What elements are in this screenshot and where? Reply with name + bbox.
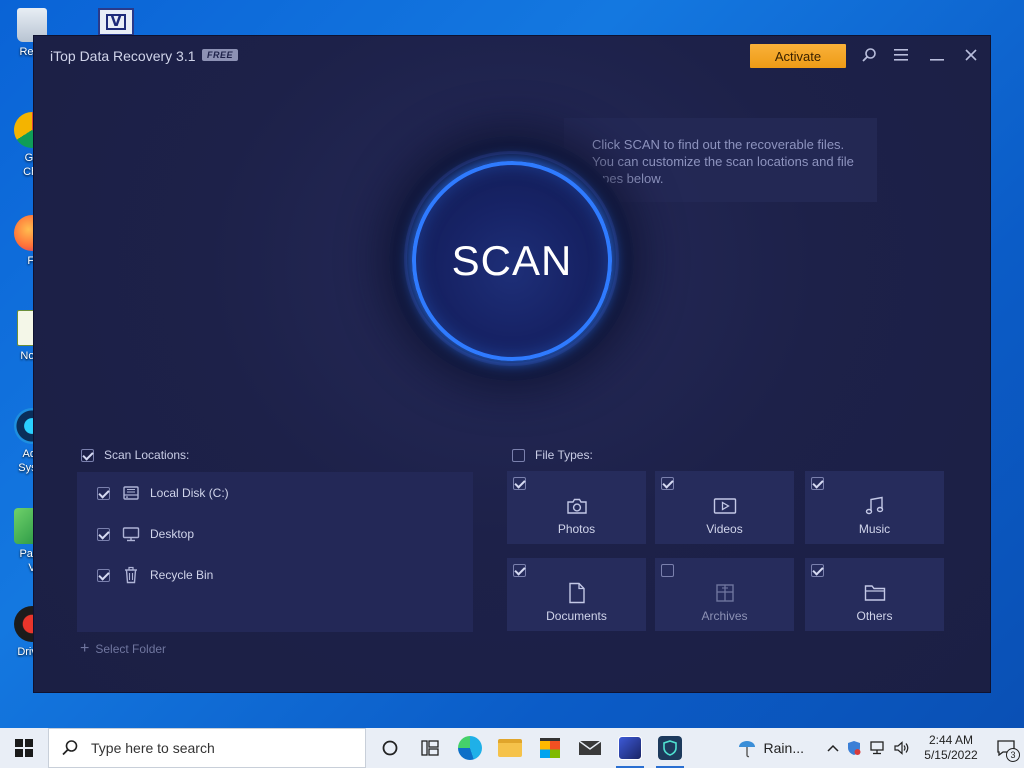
free-badge: FREE [202, 49, 239, 61]
minimize-icon[interactable] [927, 45, 947, 65]
close-icon[interactable] [961, 45, 981, 65]
music-icon [805, 495, 944, 517]
notification-count-badge: 3 [1006, 748, 1020, 762]
monitor-icon [122, 526, 140, 542]
file-type-others[interactable]: Others [805, 558, 944, 631]
weather-widget[interactable]: Rain... [736, 738, 804, 758]
location-label: Recycle Bin [150, 568, 214, 582]
folder-icon [498, 739, 522, 757]
photos-checkbox[interactable] [513, 477, 526, 490]
windows-icon [15, 739, 33, 757]
scan-locations-header: Scan Locations: [81, 448, 189, 462]
file-type-label: Archives [701, 609, 748, 623]
cortana-icon [382, 740, 398, 756]
clock-date: 5/15/2022 [924, 748, 978, 762]
location-local-disk[interactable]: Local Disk (C:) [97, 485, 229, 501]
file-type-archives[interactable]: Archives [655, 558, 794, 631]
taskbar-mail[interactable] [570, 728, 610, 768]
select-folder-button[interactable]: + Select Folder [80, 640, 167, 657]
local-disk-checkbox[interactable] [97, 486, 110, 500]
location-desktop[interactable]: Desktop [97, 526, 194, 542]
start-button[interactable] [0, 728, 48, 768]
shield-icon [658, 736, 682, 760]
app-title: iTop Data Recovery 3.1 [50, 48, 196, 64]
file-types-header: File Types: [512, 448, 593, 462]
scan-locations-heading: Scan Locations: [104, 448, 190, 462]
system-tray: Rain... 2:44 AM 5/15/2022 3 [736, 728, 1024, 768]
search-placeholder: Type here to search [91, 740, 215, 756]
location-label: Desktop [150, 527, 195, 541]
hard-drive-icon [122, 485, 140, 501]
video-icon [655, 495, 794, 517]
menu-icon[interactable] [891, 45, 911, 65]
documents-checkbox[interactable] [513, 564, 526, 577]
clock[interactable]: 2:44 AM 5/15/2022 [914, 733, 988, 763]
weather-text: Rain... [763, 740, 804, 756]
file-type-label: Music [858, 522, 891, 536]
desktop-checkbox[interactable] [97, 527, 110, 541]
file-type-label: Photos [557, 522, 596, 536]
file-type-label: Others [856, 609, 893, 623]
camera-icon [507, 495, 646, 517]
music-checkbox[interactable] [811, 477, 824, 490]
title-bar: iTop Data Recovery 3.1 FREE Activate [34, 36, 990, 76]
taskbar-search[interactable]: Type here to search [48, 728, 366, 768]
notifications-button[interactable]: 3 [988, 728, 1024, 768]
network-icon[interactable] [866, 741, 890, 755]
app-window: iTop Data Recovery 3.1 FREE Activate Cli… [33, 35, 991, 693]
task-view-icon [421, 740, 439, 756]
task-view-button[interactable] [410, 728, 450, 768]
taskbar-security-app[interactable] [650, 728, 690, 768]
file-type-documents[interactable]: Documents [507, 558, 646, 631]
location-recycle-bin[interactable]: Recycle Bin [97, 566, 214, 584]
rain-icon [738, 741, 755, 758]
folder-icon [805, 582, 944, 604]
clock-time: 2:44 AM [928, 733, 974, 747]
file-type-music[interactable]: Music [805, 471, 944, 544]
plus-icon: + [80, 640, 90, 657]
taskbar-edge[interactable] [450, 728, 490, 768]
scan-locations-panel: Local Disk (C:) Desktop Recycle Bin [77, 472, 473, 632]
volume-icon[interactable] [890, 741, 914, 755]
activate-button[interactable]: Activate [750, 44, 846, 68]
others-checkbox[interactable] [811, 564, 824, 577]
search-icon[interactable] [859, 45, 879, 65]
mail-icon [578, 740, 602, 755]
taskbar-itop-data-recovery[interactable] [610, 728, 650, 768]
videos-checkbox[interactable] [661, 477, 674, 490]
recycle-bin-checkbox[interactable] [97, 568, 110, 582]
itop-icon [618, 736, 642, 760]
scan-locations-checkbox[interactable] [81, 448, 94, 462]
trash-icon [122, 566, 140, 584]
scan-button[interactable]: SCAN [412, 161, 612, 361]
taskbar-store[interactable] [530, 728, 570, 768]
file-type-photos[interactable]: Photos [507, 471, 646, 544]
file-types-checkbox[interactable] [512, 448, 525, 462]
taskbar: Type here to search Rain... 2:44 AM 5/15… [0, 728, 1024, 768]
file-types-heading: File Types: [535, 448, 593, 462]
defender-icon[interactable] [842, 740, 866, 756]
cortana-button[interactable] [370, 728, 410, 768]
file-type-videos[interactable]: Videos [655, 471, 794, 544]
archives-checkbox[interactable] [661, 564, 674, 577]
store-icon [540, 738, 560, 758]
document-icon [507, 582, 646, 604]
select-folder-label: Select Folder [95, 642, 167, 656]
shortcut-icon[interactable]: V [98, 8, 134, 36]
edge-icon [458, 736, 482, 760]
file-type-label: Documents [546, 609, 607, 623]
file-type-label: Videos [706, 522, 743, 536]
taskbar-file-explorer[interactable] [490, 728, 530, 768]
archive-icon [655, 582, 794, 604]
search-icon [62, 740, 78, 756]
location-label: Local Disk (C:) [150, 486, 229, 500]
chevron-up-icon[interactable] [824, 741, 842, 755]
